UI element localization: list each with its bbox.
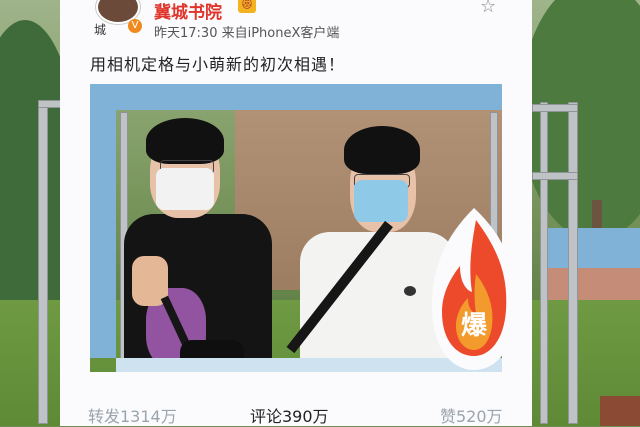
avatar-caption: 城 [94, 23, 107, 37]
bench [600, 396, 640, 426]
post-meta: 昨天17:30 来自iPhoneX客户端 [154, 26, 340, 41]
star-icon: ☆ [480, 0, 497, 17]
emoji-badge-icon: 😻 [238, 0, 256, 13]
fire-sticker-label: 爆 [461, 311, 488, 341]
scaffold-right [568, 102, 578, 424]
username: 冀城书院 [154, 3, 222, 23]
frame-blue-left [90, 110, 116, 358]
background-sign [540, 228, 640, 268]
repost-count: 转发1314万 [88, 407, 177, 426]
scaffold-right-inner [540, 102, 548, 424]
like-count: 赞520万 [440, 407, 503, 426]
scaffold-left [38, 102, 48, 424]
background-wall-right [540, 268, 640, 300]
frame-blue-top [90, 84, 502, 110]
post-caption: 用相机定格与小萌新的初次相遇！ [90, 55, 346, 74]
scaffold-right-bar-2 [532, 172, 578, 180]
verified-badge-icon: V [128, 19, 142, 33]
fire-sticker: 爆 [432, 206, 516, 370]
fire-icon: 爆 [432, 208, 516, 370]
scaffold-right-bar [532, 104, 578, 112]
comment-count: 评论390万 [250, 407, 329, 426]
